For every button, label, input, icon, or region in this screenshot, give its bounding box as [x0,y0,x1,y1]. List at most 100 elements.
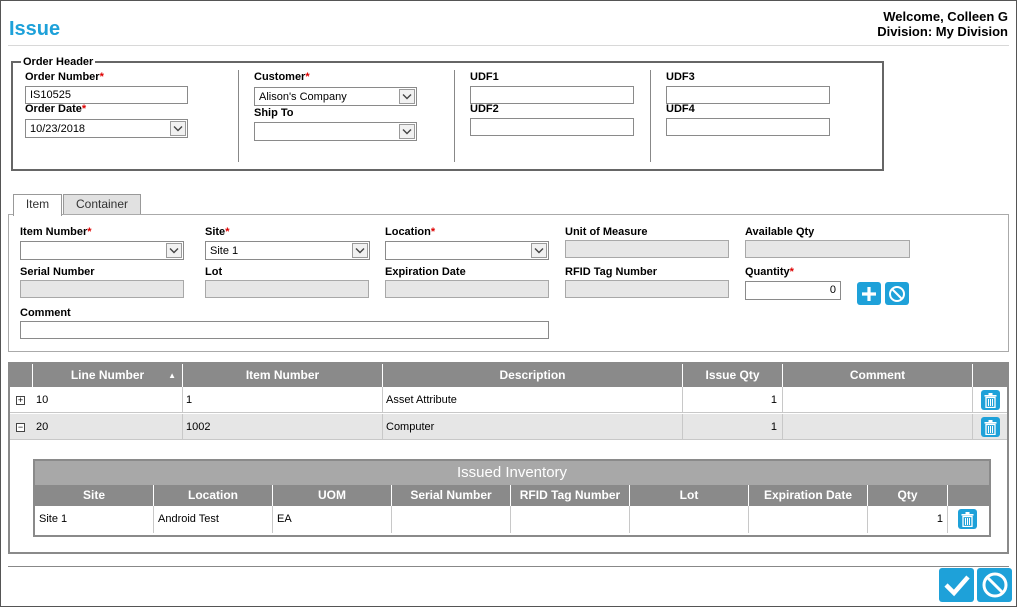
udf1-label: UDF1 [470,71,499,83]
column-header-description[interactable]: Description [383,364,683,387]
expiration-date-field [385,280,549,298]
item-number-select[interactable] [20,241,184,260]
delete-row-button[interactable] [981,390,1000,410]
udf3-label: UDF3 [666,71,695,83]
cell-description: Computer [383,414,683,440]
location-select[interactable] [385,241,549,260]
customer-value: Alison's Company [259,91,347,103]
cell-site: Site 1 [35,506,154,533]
sort-ascending-icon: ▲ [168,371,176,380]
available-qty-label: Available Qty [745,226,815,238]
rfid-tag-number-field [565,280,729,298]
expand-icon[interactable]: + [16,396,25,405]
table-row[interactable]: + 10 1 Asset Attribute 1 [10,387,1007,413]
column-header-line-number[interactable]: Line Number ▲ [33,364,183,387]
cell-lot [630,506,749,533]
column-header-serial-number[interactable]: Serial Number [392,485,511,506]
cancel-button[interactable] [977,568,1012,602]
add-line-button[interactable] [857,282,881,305]
issued-inventory-grid: Issued Inventory Site Location UOM Seria… [33,459,991,537]
cell-description: Asset Attribute [383,387,683,413]
cell-qty: 1 [868,506,948,533]
column-header-site[interactable]: Site [35,485,154,506]
udf4-input[interactable] [666,118,830,136]
quantity-input[interactable]: 0 [745,281,841,300]
grid-expander-header [10,364,33,387]
column-header-issue-qty[interactable]: Issue Qty [683,364,783,387]
comment-label: Comment [20,307,71,319]
cell-issue-qty: 1 [683,414,783,440]
subgrid-actions-header [948,485,989,506]
column-header-lot[interactable]: Lot [630,485,749,506]
order-date-picker[interactable]: 10/23/2018 [25,119,188,138]
delete-row-button[interactable] [981,417,1000,437]
order-header-legend: Order Header [23,56,94,68]
unit-of-measure-field [565,240,729,258]
location-label: Location* [385,226,436,238]
ship-to-select[interactable] [254,122,417,141]
comment-input[interactable] [20,321,549,339]
order-date-label: Order Date* [25,103,87,115]
serial-number-label: Serial Number [20,266,95,278]
checkmark-icon [943,575,970,597]
title-divider [8,45,1009,46]
user-info: Welcome, Colleen G Division: My Division [877,9,1008,39]
plus-icon [862,286,876,301]
cell-expiration-date [749,506,868,533]
ship-to-label: Ship To [254,107,294,119]
clear-line-button[interactable] [885,282,909,305]
chevron-down-icon[interactable] [399,89,415,104]
footer-divider [8,566,1009,567]
cell-issue-qty: 1 [683,387,783,413]
column-header-rfid-tag-number[interactable]: RFID Tag Number [511,485,630,506]
column-header-qty[interactable]: Qty [868,485,948,506]
delete-inventory-button[interactable] [958,509,977,529]
issued-inventory-title: Issued Inventory [35,461,989,485]
site-select[interactable]: Site 1 [205,241,370,260]
cell-rfid-tag-number [511,506,630,533]
tab-container[interactable]: Container [63,194,141,215]
udf2-label: UDF2 [470,103,499,115]
header-column-divider [238,70,239,162]
customer-select[interactable]: Alison's Company [254,87,417,106]
expiration-date-label: Expiration Date [385,266,466,278]
chevron-down-icon[interactable] [352,243,368,258]
udf3-input[interactable] [666,86,830,104]
cancel-icon [982,572,1007,598]
item-number-label: Item Number* [20,226,92,238]
tab-item[interactable]: Item [13,194,62,216]
order-number-input[interactable]: IS10525 [25,86,188,104]
column-header-location[interactable]: Location [154,485,273,506]
grid-actions-header [973,364,1007,387]
collapse-icon[interactable]: − [16,423,25,432]
order-lines-grid: Line Number ▲ Item Number Description Is… [8,362,1009,554]
column-header-expiration-date[interactable]: Expiration Date [749,485,868,506]
cell-line-number: 10 [33,387,183,413]
chevron-down-icon[interactable] [399,124,415,139]
trash-icon [961,511,974,527]
column-header-comment[interactable]: Comment [783,364,973,387]
customer-label: Customer* [254,71,310,83]
cell-uom: EA [273,506,392,533]
save-button[interactable] [939,568,974,602]
available-qty-field [745,240,910,258]
trash-icon [984,392,997,408]
cell-comment [783,414,973,440]
header-column-divider [650,70,651,162]
chevron-down-icon[interactable] [170,121,186,136]
chevron-down-icon[interactable] [531,243,547,258]
udf1-input[interactable] [470,86,634,104]
table-row-selected[interactable]: − 20 1002 Computer 1 [10,414,1007,440]
udf2-input[interactable] [470,118,634,136]
trash-icon [984,419,997,435]
chevron-down-icon[interactable] [166,243,182,258]
rfid-tag-number-label: RFID Tag Number [565,266,658,278]
order-number-label: Order Number* [25,71,104,83]
site-label: Site* [205,226,230,238]
quantity-label: Quantity* [745,266,794,278]
column-header-item-number[interactable]: Item Number [183,364,383,387]
column-header-uom[interactable]: UOM [273,485,392,506]
cell-item-number: 1 [183,387,383,413]
order-header-section: Order Header [11,56,884,171]
cell-line-number: 20 [33,414,183,440]
